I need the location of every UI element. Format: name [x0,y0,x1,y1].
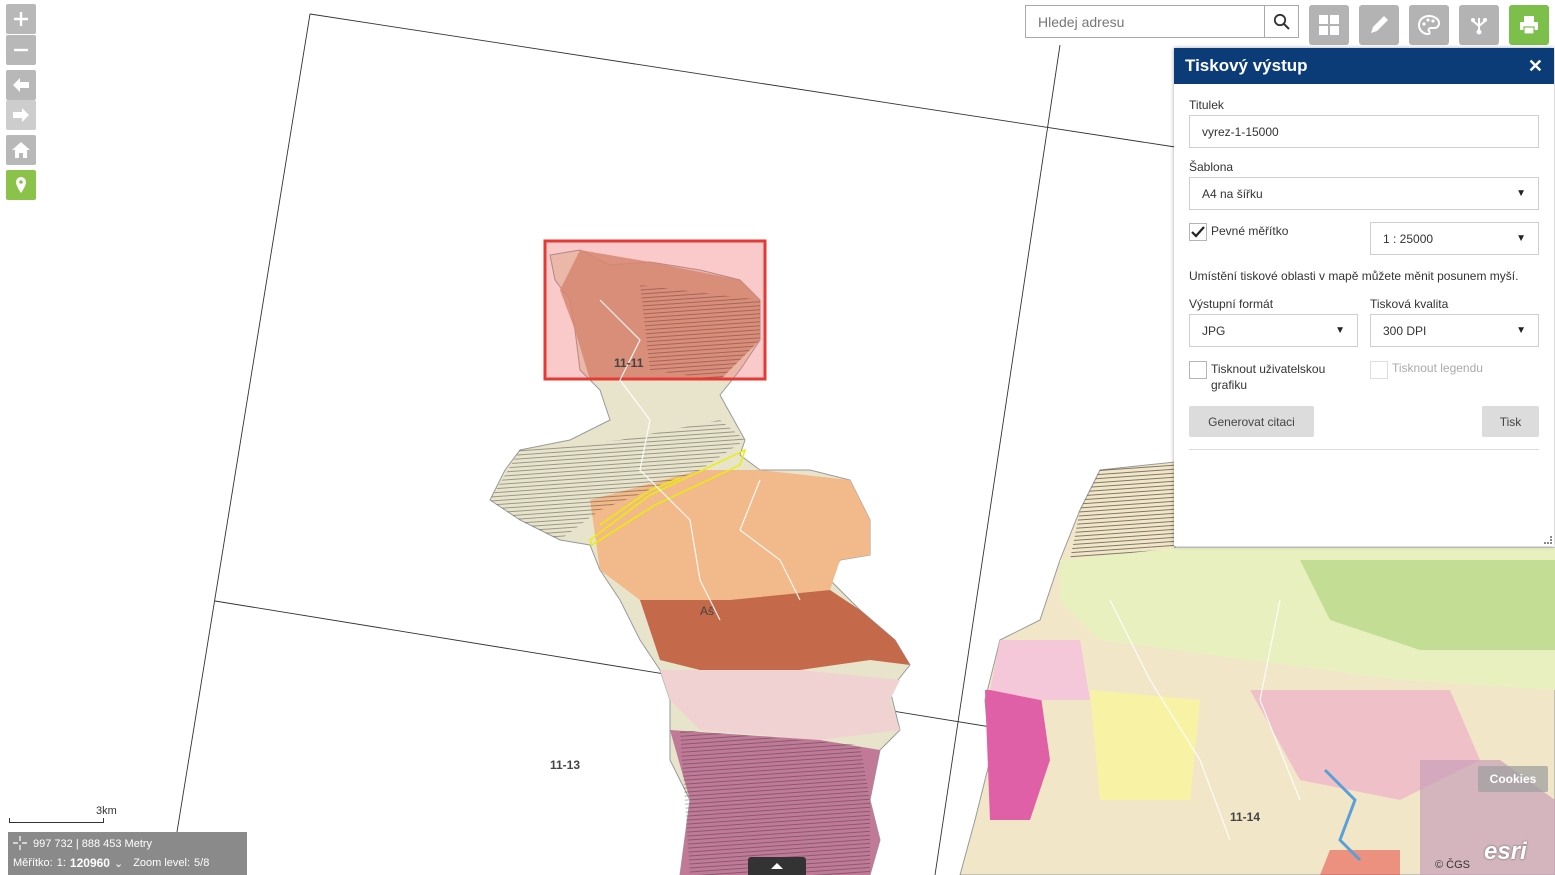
layers-style-button[interactable] [1409,5,1449,45]
quality-select-value: 300 DPI [1383,323,1427,338]
share-button[interactable] [1459,5,1499,45]
town-label: Aš [700,604,715,618]
title-label: Titulek [1189,98,1224,112]
template-select-value: A4 na šířku [1202,186,1263,201]
scale-label: Měřítko: [13,857,53,869]
panel-divider [1189,449,1539,450]
scale-select-value: 1 : 25000 [1383,231,1434,246]
format-select[interactable]: JPG ▼ [1189,314,1358,347]
generate-citation-button[interactable]: Generovat citaci [1189,406,1314,437]
sheet-label-11-14: 11-14 [1230,810,1261,824]
template-select[interactable]: A4 na šířku ▼ [1189,177,1539,210]
user-graphics-label: Tisknout uživatelskou grafiku [1211,362,1326,392]
scale-select[interactable]: 1 : 25000 ▼ [1370,222,1539,255]
legend-checkbox[interactable] [1370,361,1388,379]
format-label: Výstupní formát [1189,297,1274,311]
chevron-down-icon: ▼ [1516,188,1526,199]
search-icon [1273,13,1290,30]
print-panel-header: Tiskový výstup ✕ [1174,48,1554,84]
quality-label: Tisková kvalita [1370,297,1449,311]
chevron-up-icon [771,863,783,869]
search-input[interactable] [1026,6,1264,37]
chevron-down-icon: ▼ [1335,325,1345,336]
coordinates-panel: 997 732 | 888 453 Metry Měřítko: 1: 1209… [8,832,247,875]
cookies-button[interactable]: Cookies [1478,766,1548,792]
fixed-scale-label: Pevné měřítko [1211,224,1289,238]
palette-icon [1417,14,1441,36]
crosshair-icon [13,836,27,850]
zoom-in-icon [14,12,28,26]
chevron-down-icon[interactable]: ⌄ [114,857,123,870]
locate-button[interactable] [6,170,36,200]
coordinates-readout: 997 732 | 888 453 Metry [33,838,153,850]
print-panel-title: Tiskový výstup [1185,56,1308,75]
print-area-rect [543,239,767,381]
print-panel: Tiskový výstup ✕ Titulek vyrez-1-15000 Š… [1174,48,1554,546]
user-graphics-checkbox[interactable] [1189,361,1207,379]
bottom-panel-toggle[interactable] [748,857,806,875]
quality-select[interactable]: 300 DPI ▼ [1370,314,1539,347]
legend-label: Tisknout legendu [1392,361,1483,375]
print-submit-button[interactable]: Tisk [1482,406,1539,437]
forward-button[interactable] [6,100,36,130]
forward-arrow-icon [13,108,29,122]
back-button[interactable] [6,70,36,100]
scalebar [9,818,104,823]
title-input[interactable]: vyrez-1-15000 [1189,115,1539,148]
template-label: Šablona [1189,160,1234,174]
print-area-hint: Umístění tiskové oblasti v mapě můžete m… [1189,269,1519,283]
zoom-out-icon [14,48,28,52]
grid-icon [1319,15,1339,35]
scale-prefix: 1: [56,857,66,869]
zoom-label: Zoom level: [133,857,191,869]
zoom-in-button[interactable] [6,4,36,34]
copyright-text: © ČGS [1435,859,1470,871]
scale-value[interactable]: 120960 [70,856,110,870]
measure-button[interactable] [1359,5,1399,45]
location-pin-icon [16,177,26,193]
format-select-value: JPG [1202,323,1226,338]
search-button[interactable] [1264,6,1298,37]
close-icon[interactable]: ✕ [1528,57,1543,75]
search-box [1025,5,1299,38]
esri-logo: esri [1484,838,1527,865]
chevron-down-icon: ▼ [1516,233,1526,244]
share-icon [1471,18,1487,35]
scale-row: Měřítko: 1: 120960 ⌄ Zoom level: 5/8 [13,856,209,870]
basemap-button[interactable] [1309,5,1349,45]
back-arrow-icon [13,78,29,92]
home-icon [12,142,30,158]
sheet-label-11-13: 11-13 [550,758,581,772]
fixed-scale-checkbox[interactable] [1189,223,1207,241]
resize-handle[interactable] [1544,536,1552,544]
home-button[interactable] [6,135,36,165]
checkmark-icon [1191,226,1205,238]
sheet-label-11-11: 11-11 [614,356,644,370]
zoom-value: 5/8 [194,857,210,869]
pencil-icon [1371,16,1388,33]
chevron-down-icon: ▼ [1516,325,1526,336]
printer-icon [1520,16,1538,35]
print-button[interactable] [1509,5,1549,45]
scalebar-label: 3km [96,805,117,817]
zoom-out-button[interactable] [6,35,36,65]
